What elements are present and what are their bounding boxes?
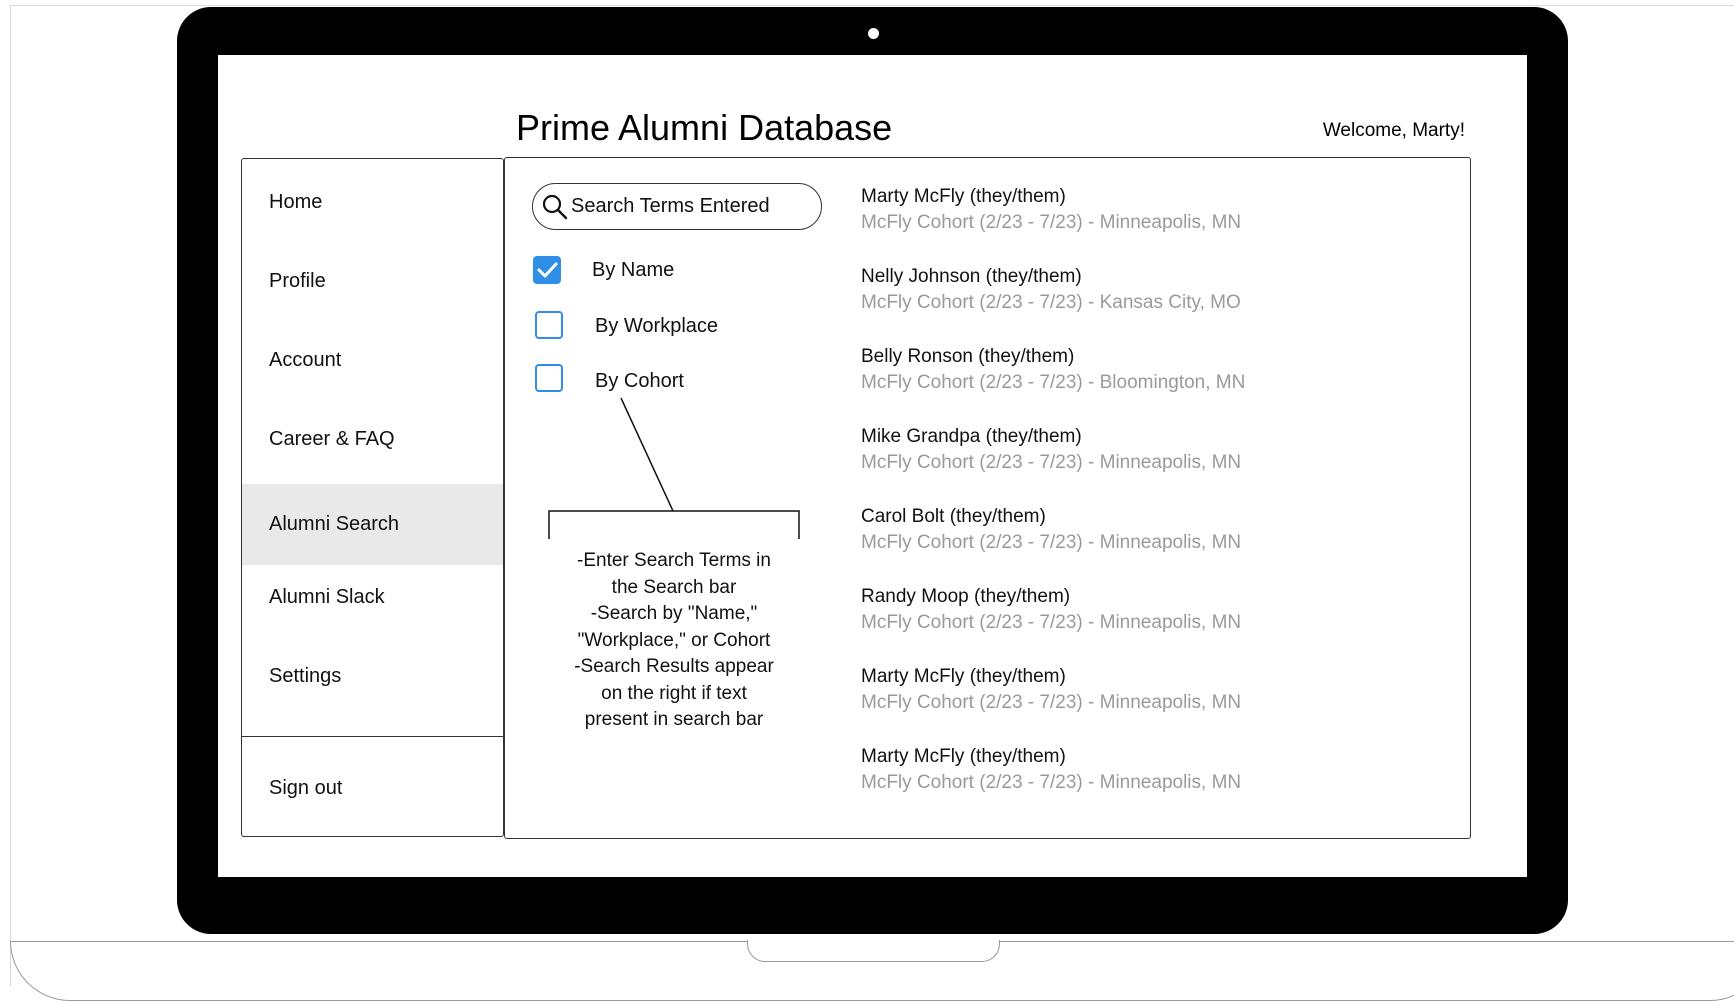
sign-out-button[interactable]: Sign out [242,749,503,827]
result-name: Mike Grandpa (they/them) [861,426,1082,447]
filter-by-cohort-checkbox[interactable] [535,364,563,392]
result-name: Marty McFly (they/them) [861,746,1066,767]
filter-by-name-label: By Name [592,259,675,281]
sidebar: Home Profile Account Career & FAQ Alumni… [241,158,504,837]
result-detail: McFly Cohort (2/23 - 7/23) - Minneapolis… [861,772,1242,793]
result-name: Carol Bolt (they/them) [861,506,1046,527]
search-input[interactable]: Search Terms Entered [532,183,822,230]
filter-by-name-checkbox[interactable] [533,256,561,284]
instruction-line: on the right if text [601,682,747,704]
result-name: Marty McFly (they/them) [861,186,1066,207]
result-detail: McFly Cohort (2/23 - 7/23) - Minneapolis… [861,612,1242,633]
filter-by-workplace-label: By Workplace [595,315,719,337]
result-name: Marty McFly (they/them) [861,666,1066,687]
sidebar-item-account[interactable]: Account [242,321,503,400]
result-item[interactable]: Randy Moop (they/them) McFly Cohort (2/2… [861,585,1241,634]
sidebar-divider [242,736,503,737]
result-item[interactable]: Mike Grandpa (they/them) McFly Cohort (2… [861,425,1241,474]
result-item[interactable]: Belly Ronson (they/them) McFly Cohort (2… [861,345,1245,394]
sidebar-item-profile[interactable]: Profile [242,242,503,321]
result-name: Belly Ronson (they/them) [861,346,1075,367]
result-item[interactable]: Marty McFly (they/them) McFly Cohort (2/… [861,185,1241,234]
instruction-line: -Search by "Name," [590,603,758,624]
result-item[interactable]: Nelly Johnson (they/them) McFly Cohort (… [861,265,1241,314]
instruction-line: -Enter Search Terms in [577,550,771,571]
filter-by-cohort-label: By Cohort [595,370,684,392]
instruction-note: -Enter Search Terms in the Search bar -S… [548,548,800,734]
page-title: Prime Alumni Database [516,107,893,148]
sidebar-item-alumni-slack[interactable]: Alumni Slack [242,558,503,637]
result-detail: McFly Cohort (2/23 - 7/23) - Kansas City… [861,292,1241,313]
camera-dot [868,28,879,39]
result-item[interactable]: Marty McFly (they/them) McFly Cohort (2/… [861,745,1241,794]
checkmark-icon [537,262,558,278]
result-name: Nelly Johnson (they/them) [861,266,1082,287]
instruction-line: "Workplace," or Cohort [577,629,771,651]
result-item[interactable]: Carol Bolt (they/them) McFly Cohort (2/2… [861,505,1241,554]
filter-by-workplace-checkbox[interactable] [535,311,563,339]
sidebar-item-career-faq[interactable]: Career & FAQ [242,400,503,479]
result-detail: McFly Cohort (2/23 - 7/23) - Bloomington… [861,372,1246,393]
result-detail: McFly Cohort (2/23 - 7/23) - Minneapolis… [861,452,1242,473]
laptop-notch [747,940,1000,962]
result-detail: McFly Cohort (2/23 - 7/23) - Minneapolis… [861,692,1242,713]
result-name: Randy Moop (they/them) [861,586,1071,607]
sidebar-item-alumni-search[interactable]: Alumni Search [242,484,503,565]
result-item[interactable]: Marty McFly (they/them) McFly Cohort (2/… [861,665,1241,714]
search-input-value: Search Terms Entered [571,195,770,217]
sidebar-item-home[interactable]: Home [242,163,503,242]
search-icon [541,193,569,221]
result-detail: McFly Cohort (2/23 - 7/23) - Minneapolis… [861,532,1242,553]
sidebar-item-settings[interactable]: Settings [242,637,503,716]
instruction-line: present in search bar [584,709,764,730]
instruction-line: -Search Results appear [574,656,774,677]
result-detail: McFly Cohort (2/23 - 7/23) - Minneapolis… [861,212,1242,233]
welcome-message: Welcome, Marty! [1322,120,1465,141]
instruction-line: the Search bar [611,576,737,598]
